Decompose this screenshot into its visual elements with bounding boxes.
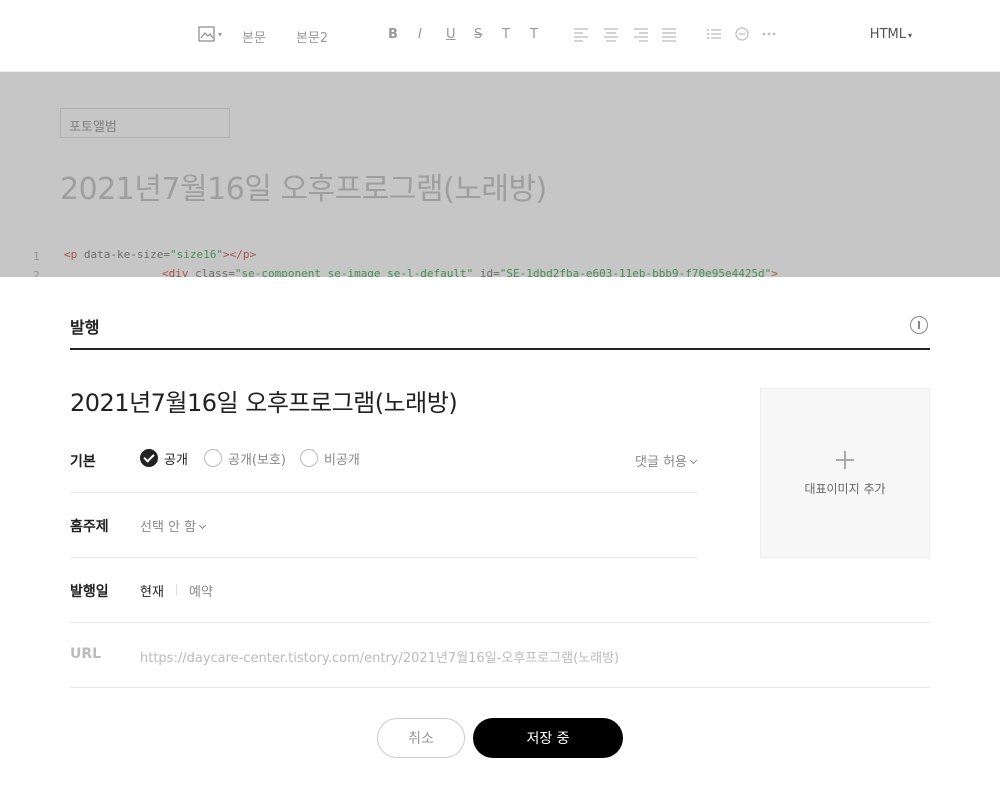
radio-public[interactable]: 공개 xyxy=(140,447,188,469)
chevron-down-icon: ▾ xyxy=(907,31,912,40)
post-title: 2021년7월16일 오후프로그램(노래방) xyxy=(70,389,458,417)
modal-backdrop[interactable] xyxy=(0,72,1000,278)
paragraph-style-dropdown[interactable]: 본문 xyxy=(242,27,266,46)
align-left-icon[interactable] xyxy=(572,25,590,43)
comment-setting-dropdown[interactable]: 댓글 허용 xyxy=(635,451,698,470)
publish-now-option[interactable]: 현재 xyxy=(140,581,164,600)
publish-panel: 발행 2021년7월16일 오후프로그램(노래방) 기본 공개 공개(보호) 비… xyxy=(0,277,1000,800)
check-circle-icon xyxy=(140,449,158,467)
background-color-button[interactable]: T xyxy=(530,27,538,42)
publish-reserve-option[interactable]: 예약 xyxy=(189,581,213,600)
radio-private[interactable]: 비공개 xyxy=(300,447,360,469)
home-topic-dropdown[interactable]: 선택 안 함 xyxy=(140,516,207,535)
radio-protected-label: 공개(보호) xyxy=(228,452,286,468)
text-color-button[interactable]: T xyxy=(502,27,510,42)
html-mode-dropdown[interactable]: HTML ▾ xyxy=(870,27,912,42)
home-topic-label: 홈주제 xyxy=(70,519,109,535)
url-value: https://daycare-center.tistory.com/entry… xyxy=(140,651,620,666)
radio-circle-icon xyxy=(204,449,222,467)
publish-date-row: 발행일 현재 예약 xyxy=(70,558,930,623)
divider xyxy=(176,584,177,595)
align-justify-icon[interactable] xyxy=(660,25,678,43)
underline-button[interactable]: U xyxy=(446,27,456,42)
more-icon[interactable] xyxy=(760,25,778,43)
plus-icon xyxy=(836,451,854,469)
home-topic-row: 홈주제 선택 안 함 xyxy=(70,493,698,558)
home-topic-value: 선택 안 함 xyxy=(140,520,197,535)
bold-button[interactable]: B xyxy=(388,27,398,42)
visibility-label: 기본 xyxy=(70,454,96,470)
publish-panel-header: 발행 xyxy=(70,314,930,350)
radio-protected[interactable]: 공개(보호) xyxy=(204,447,286,469)
thumbnail-label: 대표이미지 추가 xyxy=(804,482,886,496)
editor-toolbar: ▾ 본문 본문2 B I U S T T HTML ▾ xyxy=(0,0,1000,72)
chevron-down-icon xyxy=(199,521,207,530)
radio-circle-icon xyxy=(300,449,318,467)
thumbnail-upload[interactable]: 대표이미지 추가 xyxy=(760,388,930,558)
url-row: URL https://daycare-center.tistory.com/e… xyxy=(70,623,930,688)
radio-private-label: 비공개 xyxy=(324,452,360,468)
image-insert-icon[interactable] xyxy=(198,25,216,43)
link-icon[interactable] xyxy=(733,25,751,43)
radio-public-label: 공개 xyxy=(164,452,188,468)
chevron-down-icon xyxy=(689,456,698,465)
cancel-button[interactable]: 취소 xyxy=(377,718,465,758)
strikethrough-button[interactable]: S xyxy=(474,27,482,42)
publish-panel-title: 발행 xyxy=(70,318,100,337)
list-icon[interactable] xyxy=(705,25,723,43)
visibility-row: 기본 공개 공개(보호) 비공개 댓글 허용 xyxy=(70,428,698,493)
comment-setting-value: 댓글 허용 xyxy=(635,455,687,470)
save-button[interactable]: 저장 중 xyxy=(473,718,623,758)
font-dropdown[interactable]: 본문2 xyxy=(296,27,328,46)
align-center-icon[interactable] xyxy=(602,25,620,43)
html-mode-label: HTML xyxy=(869,27,906,42)
align-right-icon[interactable] xyxy=(632,25,650,43)
publish-date-label: 발행일 xyxy=(70,584,109,600)
italic-button[interactable]: I xyxy=(418,27,422,42)
chevron-down-icon[interactable]: ▾ xyxy=(218,30,222,39)
url-label: URL xyxy=(70,646,102,662)
info-icon[interactable] xyxy=(910,316,928,334)
